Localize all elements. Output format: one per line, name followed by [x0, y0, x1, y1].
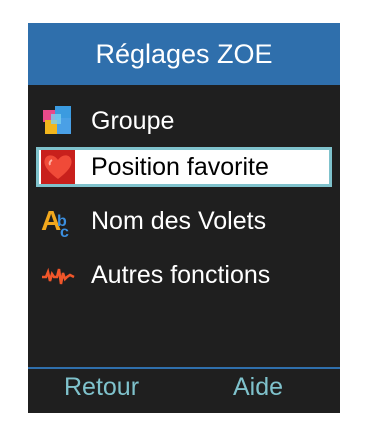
menu-item-position-favorite[interactable]: Position favorite [36, 147, 332, 187]
group-icon [41, 104, 75, 138]
device-screen: Réglages ZOE Groupe Position favorite A … [28, 23, 340, 413]
text-abc-icon: A b c [41, 204, 75, 238]
menu-item-label: Position favorite [91, 152, 269, 181]
title-bar: Réglages ZOE [28, 23, 340, 85]
menu-item-groupe[interactable]: Groupe [36, 101, 332, 141]
menu-item-nom-des-volets[interactable]: A b c Nom des Volets [36, 201, 332, 241]
help-softkey[interactable]: Aide [233, 373, 283, 402]
menu-item-autres-fonctions[interactable]: Autres fonctions [36, 255, 332, 295]
screen-title: Réglages ZOE [95, 38, 273, 69]
softkey-divider [28, 367, 340, 369]
menu-item-label: Groupe [91, 106, 175, 135]
svg-text:c: c [60, 224, 69, 238]
menu-item-label: Nom des Volets [91, 206, 267, 235]
menu-item-label: Autres fonctions [91, 260, 271, 289]
heart-icon [41, 150, 75, 184]
waveform-icon [41, 258, 75, 292]
back-softkey[interactable]: Retour [64, 373, 139, 402]
